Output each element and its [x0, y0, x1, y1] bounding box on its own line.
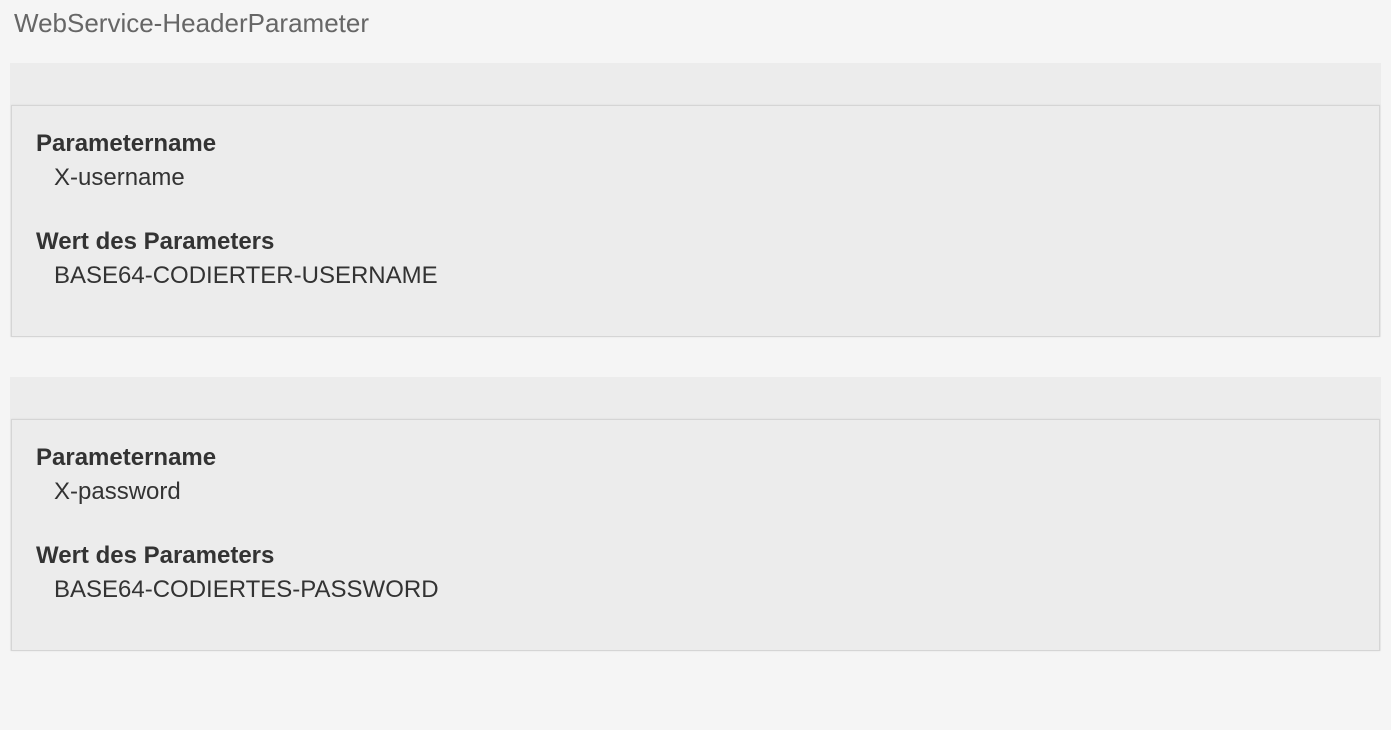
parameter-card-wrapper: Parametername X-username Wert des Parame… — [10, 63, 1381, 337]
parameter-value-label: Wert des Parameters — [36, 228, 1355, 256]
parameter-card: Parametername X-username Wert des Parame… — [11, 105, 1380, 337]
parameter-card-wrapper: Parametername X-password Wert des Parame… — [10, 377, 1381, 651]
parameter-card: Parametername X-password Wert des Parame… — [11, 419, 1380, 651]
parameter-name-value: X-username — [36, 164, 1355, 192]
parameter-value-label: Wert des Parameters — [36, 542, 1355, 570]
page-title: WebService-HeaderParameter — [0, 0, 1391, 63]
parameter-name-label: Parametername — [36, 130, 1355, 158]
parameter-name-label: Parametername — [36, 444, 1355, 472]
parameter-value-value: BASE64-CODIERTES-PASSWORD — [36, 576, 1355, 604]
parameter-value-value: BASE64-CODIERTER-USERNAME — [36, 262, 1355, 290]
parameter-name-value: X-password — [36, 478, 1355, 506]
